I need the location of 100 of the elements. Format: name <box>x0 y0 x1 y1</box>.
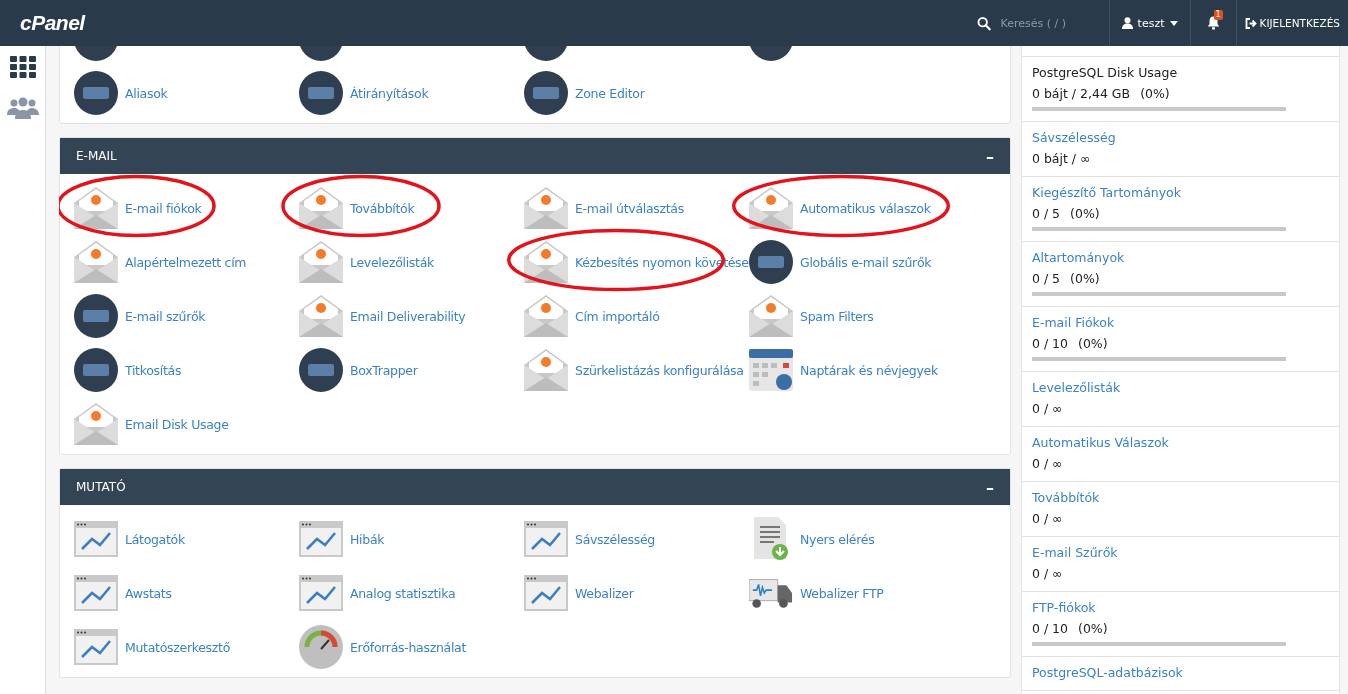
circle-icon <box>74 71 118 115</box>
app-link[interactable]: Globális e-mail szűrők <box>749 235 974 289</box>
collapse-toggle[interactable]: – <box>986 146 994 166</box>
collapse-toggle[interactable]: – <box>986 477 994 497</box>
stat-value: 0 / ∞ <box>1032 456 1063 471</box>
envelope-icon <box>749 187 793 229</box>
section-header[interactable]: E-MAIL – <box>60 138 1010 174</box>
app-link[interactable]: Nyers elérés <box>749 512 974 566</box>
envelope-icon <box>524 295 568 337</box>
stat-value: 0 / ∞ <box>1032 401 1063 416</box>
app-link[interactable]: Email Deliverability <box>299 289 524 343</box>
circle-icon <box>299 348 343 392</box>
app-link[interactable]: BoxTrapper <box>299 343 524 397</box>
app-link[interactable]: Szürkelistázás konfigurálása <box>524 343 749 397</box>
stat-value: 0 bájt / 2,44 GB <box>1032 86 1131 101</box>
notification-count: 1 <box>1213 10 1223 20</box>
app-link[interactable]: Analog statisztika <box>299 566 524 620</box>
app-link[interactable]: Webalizer <box>524 566 749 620</box>
app-link[interactable]: Webalizer FTP <box>749 566 974 620</box>
app-link[interactable]: Email Disk Usage <box>74 397 299 451</box>
stat-percent: (0%) <box>1078 621 1108 636</box>
logo[interactable]: cPanel <box>20 11 85 35</box>
stat-value: 0 / ∞ <box>1032 566 1063 581</box>
app-link[interactable]: Levelezőlisták <box>299 235 524 289</box>
envelope-icon <box>524 349 568 391</box>
circle-icon <box>524 71 568 115</box>
app-link[interactable]: Alapértelmezett cím <box>74 235 299 289</box>
stat-link[interactable]: Továbbítók <box>1032 490 1329 505</box>
user-icon <box>1121 17 1133 29</box>
stat-title: PostgreSQL Disk Usage <box>1032 65 1179 80</box>
stat-link[interactable]: Sávszélesség <box>1032 130 1329 145</box>
app-link[interactable]: Látogatók <box>74 512 299 566</box>
window-icon <box>74 521 118 557</box>
envelope-icon <box>524 187 568 229</box>
circle-icon <box>299 71 343 115</box>
search-icon <box>976 15 991 31</box>
circle-icon <box>749 240 793 284</box>
app-link[interactable]: Awstats <box>74 566 299 620</box>
section-header[interactable]: MUTATÓ – <box>60 469 1010 505</box>
document-icon <box>752 517 790 561</box>
circle-icon <box>74 348 118 392</box>
stat-link[interactable]: FTP-fiókok <box>1032 600 1329 615</box>
envelope-icon <box>299 187 343 229</box>
truck-icon <box>749 577 793 609</box>
stat-link[interactable]: E-mail Szűrők <box>1032 545 1329 560</box>
app-link[interactable]: Titkosítás <box>74 343 299 397</box>
app-link[interactable]: Aliasok <box>74 66 299 120</box>
window-icon <box>524 521 568 557</box>
window-icon <box>74 575 118 611</box>
app-link[interactable]: E-mail fiókok <box>74 181 299 235</box>
envelope-icon <box>749 295 793 337</box>
section-title: E-MAIL <box>76 149 117 163</box>
stat-value: 0 bájt / ∞ <box>1032 151 1091 166</box>
stat-link[interactable]: Kiegészítő Tartományok <box>1032 185 1329 200</box>
users-icon[interactable] <box>6 97 39 119</box>
section-title: MUTATÓ <box>76 480 126 494</box>
calendar-icon <box>749 349 793 391</box>
search-field[interactable]: Keresés ( / ) <box>1000 16 1101 30</box>
stat-link[interactable]: E-mail Fiókok <box>1032 315 1329 330</box>
app-link[interactable]: Spam Filters <box>749 289 974 343</box>
stat-value: 0 / 5 <box>1032 271 1061 286</box>
envelope-icon <box>299 295 343 337</box>
app-link[interactable]: Naptárak és névjegyek <box>749 343 974 397</box>
grid-icon[interactable] <box>9 56 36 78</box>
app-link[interactable]: Továbbítók <box>299 181 524 235</box>
stat-percent: (0%) <box>1070 271 1100 286</box>
stat-link[interactable]: Altartományok <box>1032 250 1329 265</box>
envelope-icon <box>524 241 568 283</box>
gauge-icon <box>299 625 343 669</box>
app-link[interactable]: Mutatószerkesztő <box>74 620 299 674</box>
window-icon <box>299 575 343 611</box>
app-link[interactable]: E-mail szűrők <box>74 289 299 343</box>
app-link[interactable]: E-mail útválasztás <box>524 181 749 235</box>
window-icon <box>524 575 568 611</box>
envelope-icon <box>74 241 118 283</box>
stat-value: 0 / 10 <box>1032 336 1069 351</box>
stat-link[interactable]: PostgreSQL-adatbázisok <box>1032 665 1329 680</box>
stat-percent: (0%) <box>1078 336 1108 351</box>
window-icon <box>299 521 343 557</box>
caret-icon <box>1169 20 1178 26</box>
app-link[interactable]: Hibák <box>299 512 524 566</box>
stat-link[interactable]: Automatikus Válaszok <box>1032 435 1329 450</box>
window-icon <box>74 629 118 665</box>
bell-icon <box>1206 16 1220 30</box>
envelope-icon <box>74 187 118 229</box>
app-link[interactable]: Erőforrás-használat <box>299 620 524 674</box>
envelope-icon <box>74 403 118 445</box>
stat-value: 0 / ∞ <box>1032 511 1063 526</box>
app-link[interactable]: Automatikus válaszok <box>749 181 974 235</box>
stat-percent: (0%) <box>1070 206 1100 221</box>
envelope-icon <box>299 241 343 283</box>
logout-icon <box>1244 17 1257 29</box>
app-link[interactable]: Átirányítások <box>299 66 524 120</box>
stat-percent: (0%) <box>1140 86 1170 101</box>
stat-value: 0 / 5 <box>1032 206 1061 221</box>
circle-icon <box>74 294 118 338</box>
stat-link[interactable]: Levelezőlisták <box>1032 380 1329 395</box>
app-link[interactable]: Cím importáló <box>524 289 749 343</box>
app-link[interactable]: Sávszélesség <box>524 512 749 566</box>
app-link[interactable]: Zone Editor <box>524 66 749 120</box>
